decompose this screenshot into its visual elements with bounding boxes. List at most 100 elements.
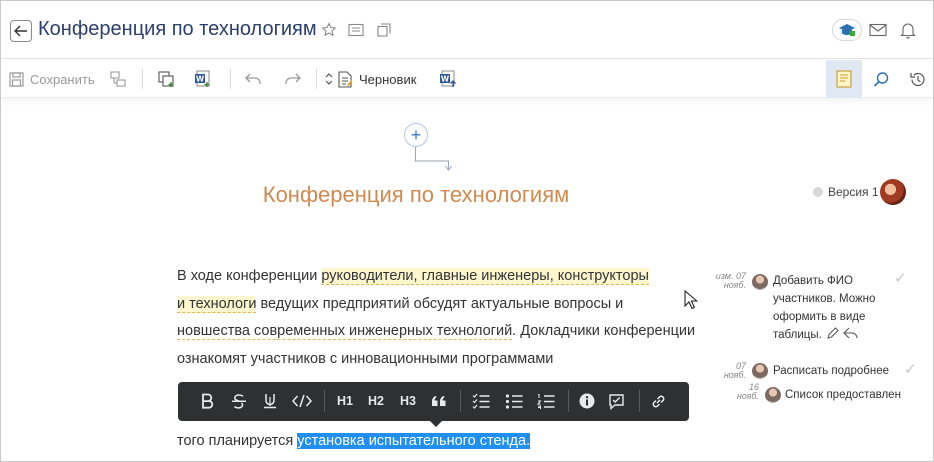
- checklist-icon: [472, 393, 490, 409]
- star-icon[interactable]: [320, 21, 338, 39]
- strikethrough-icon: [232, 394, 246, 409]
- structure-button[interactable]: [110, 69, 126, 89]
- bullet-list-icon: [505, 394, 523, 409]
- comment-button[interactable]: [605, 391, 627, 411]
- version-dot-icon: [813, 187, 823, 197]
- history-button[interactable]: [909, 69, 926, 89]
- resolve-check-icon[interactable]: ✓: [894, 269, 907, 287]
- app-window: Конференция по технологиям Сохранить W Ч…: [0, 0, 934, 462]
- text-run: ведущих предприятий обсудят актуальные в…: [256, 295, 624, 312]
- author-avatar[interactable]: [880, 179, 906, 205]
- numbered-list-button[interactable]: [535, 391, 557, 411]
- back-button[interactable]: [10, 20, 32, 42]
- save-button-label: Сохранить: [30, 71, 95, 87]
- copy-icon[interactable]: [375, 21, 393, 39]
- arrow-left-icon: [14, 25, 27, 37]
- version-indicator[interactable]: Версия 1: [813, 185, 879, 199]
- commenter-avatar: [765, 387, 781, 403]
- history-icon: [910, 72, 925, 86]
- sticky-note-icon: [836, 70, 852, 88]
- reply-icon[interactable]: [843, 327, 858, 339]
- bold-button[interactable]: [196, 391, 218, 411]
- document-title: Конференция по технологиям: [38, 18, 317, 40]
- info-block-button[interactable]: [576, 391, 598, 411]
- svg-text:W: W: [441, 75, 450, 84]
- structure-icon: [110, 71, 126, 87]
- toolbar-divider: [230, 69, 231, 89]
- word-icon: W: [195, 70, 210, 87]
- page-heading: Конференция по технологиям: [262, 182, 570, 207]
- text-run: того планируется: [177, 433, 298, 449]
- mouse-cursor-icon: [684, 290, 698, 310]
- heading1-button[interactable]: H1: [333, 391, 357, 411]
- heading3-button[interactable]: H3: [396, 391, 420, 411]
- search-button[interactable]: [873, 69, 890, 89]
- education-button[interactable]: [832, 19, 862, 41]
- bell-icon[interactable]: [899, 21, 917, 39]
- heading2-button[interactable]: H2: [364, 391, 388, 411]
- plus-icon: +: [410, 125, 422, 145]
- format-divider: [568, 390, 569, 412]
- toolbar-divider: [316, 69, 317, 89]
- format-divider: [324, 390, 325, 412]
- info-icon: [579, 393, 595, 409]
- format-divider: [639, 390, 640, 412]
- resolve-check-icon[interactable]: ✓: [904, 360, 917, 378]
- format-toolbar-caret: [429, 420, 443, 427]
- graduation-cap-icon: [839, 24, 855, 36]
- word-import-button[interactable]: W: [439, 69, 457, 89]
- duplicate-button[interactable]: [158, 69, 175, 89]
- comment-icon: [608, 393, 624, 410]
- redo-icon: [285, 73, 301, 84]
- add-block-button[interactable]: +: [404, 123, 428, 147]
- svg-text:W: W: [196, 75, 205, 84]
- comment-date: 16 нояб.: [736, 382, 759, 401]
- link-button[interactable]: [647, 391, 669, 411]
- version-label: Версия 1: [828, 185, 879, 199]
- commented-text-1[interactable]: руководители, главные инженеры, конструк…: [321, 268, 649, 285]
- comment-date: 07 нояб.: [723, 361, 746, 380]
- selected-text[interactable]: установка испытательного стенда.: [297, 433, 531, 449]
- link-icon: [652, 395, 664, 407]
- quote-button[interactable]: [428, 391, 450, 411]
- undo-icon: [245, 73, 261, 84]
- draft-doc-icon: [338, 70, 353, 88]
- mail-icon[interactable]: [869, 21, 887, 39]
- comment-date: изм. 07 нояб.: [715, 271, 746, 290]
- card-icon[interactable]: [347, 21, 365, 39]
- status-dropdown[interactable]: Черновик: [325, 69, 416, 89]
- highlight-button[interactable]: [258, 391, 282, 411]
- format-toolbar: H1 H2 H3: [178, 382, 689, 421]
- code-button[interactable]: [290, 391, 314, 411]
- duplicate-icon: [158, 70, 174, 87]
- document-header: Конференция по технологиям: [1, 1, 933, 59]
- strikethrough-button[interactable]: [228, 391, 250, 411]
- checklist-button[interactable]: [470, 391, 492, 411]
- editor-toolbar: Сохранить W Черновик W: [1, 60, 933, 98]
- commented-text-2[interactable]: новшества современных инженерных техноло…: [177, 323, 513, 340]
- commenter-avatar: [752, 363, 768, 379]
- search-icon: [873, 71, 889, 87]
- toolbar-divider: [142, 69, 143, 89]
- connector-arrow-icon: [415, 147, 452, 171]
- undo-button[interactable]: [245, 69, 262, 89]
- bold-icon: [202, 393, 214, 409]
- numbered-list-icon: [537, 394, 555, 409]
- comment-2-text[interactable]: Расписать подробнее: [773, 362, 898, 380]
- edit-pencil-icon[interactable]: [827, 327, 839, 339]
- status-label: Черновик: [359, 71, 417, 87]
- text-run: В ходе конференции: [177, 268, 322, 284]
- commented-text-1-cont[interactable]: и технологи: [177, 295, 257, 313]
- notes-panel-button[interactable]: [836, 69, 852, 89]
- commenter-avatar: [752, 274, 768, 290]
- floppy-icon: [9, 71, 24, 87]
- chevron-updown-icon: [325, 73, 333, 85]
- word-export-button[interactable]: W: [194, 69, 212, 89]
- save-button[interactable]: Сохранить: [9, 69, 95, 89]
- bullet-list-button[interactable]: [503, 391, 525, 411]
- redo-button[interactable]: [284, 69, 301, 89]
- comment-3-text[interactable]: Список предоставлен: [785, 386, 915, 404]
- format-divider: [460, 390, 461, 412]
- code-icon: [292, 394, 312, 408]
- marker-icon: [264, 394, 276, 409]
